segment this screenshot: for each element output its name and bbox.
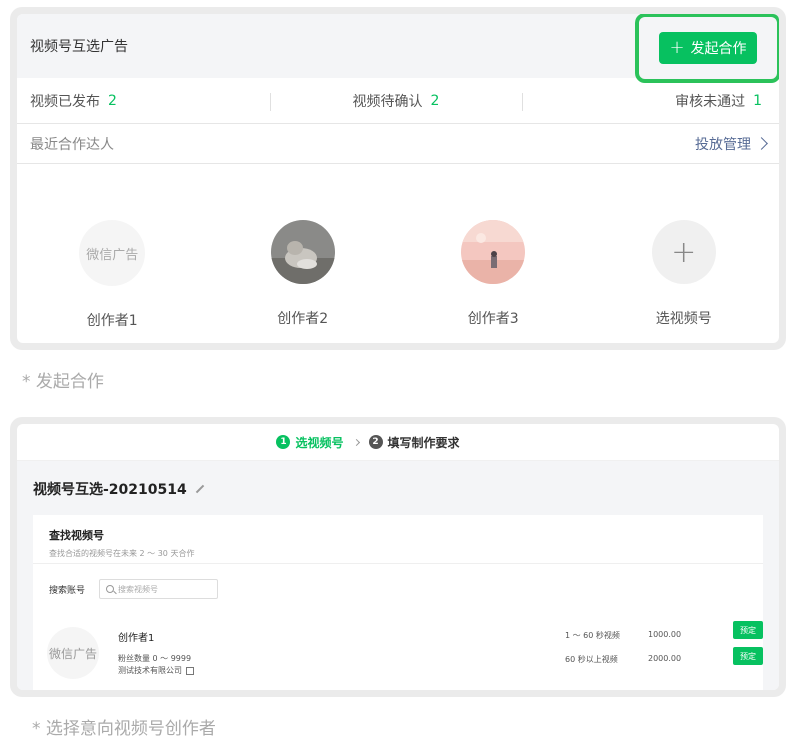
result-row: 微信广告 创作者1 粉丝数量 0 ～ 9999 测试技术有限公司 1 ～ 60 …	[47, 621, 763, 687]
book-button-2[interactable]: 预定	[733, 647, 763, 665]
select-channel-panel: 1 选视频号 2 填写制作要求 视频号互选-20210514 查找视频号 查找合…	[10, 417, 786, 697]
result-creator-name: 创作者1	[118, 633, 155, 644]
option-price: 2000.00	[648, 654, 682, 663]
recent-partners-title: 最近合作达人	[30, 136, 114, 153]
plus-icon: +	[669, 37, 685, 58]
stat-rejected[interactable]: 审核未通过 1	[522, 91, 779, 111]
add-icon: +	[651, 220, 716, 284]
caption-select-creator: * 选择意向视频号创作者	[32, 719, 216, 739]
caption-launch: * 发起合作	[22, 372, 104, 392]
search-placeholder: 搜索视频号	[118, 584, 159, 594]
panel-title: 视频号互选广告	[30, 39, 128, 55]
stat-value: 2	[108, 92, 117, 109]
chevron-right-icon	[755, 137, 768, 150]
search-channel-panel: 查找视频号 查找合适的视频号在未来 2 ～ 30 天合作 搜索账号 搜索视频号 …	[33, 515, 763, 690]
stat-label: 审核未通过	[675, 93, 746, 110]
creator-name: 创作者2	[277, 311, 329, 327]
campaign-title-text: 视频号互选-20210514	[33, 482, 187, 498]
qr-code-icon[interactable]	[186, 666, 194, 675]
search-input[interactable]: 搜索视频号	[99, 579, 219, 599]
step-fill-requirements[interactable]: 2 填写制作要求	[368, 434, 460, 451]
step-number: 2	[368, 435, 383, 449]
stat-value: 1	[753, 92, 763, 109]
delivery-management-link[interactable]: 投放管理	[695, 134, 768, 154]
book-button-1[interactable]: 预定	[733, 621, 763, 639]
step-indicator: 1 选视频号 2 填写制作要求	[17, 424, 779, 461]
creator-item-2[interactable]: 创作者2	[233, 220, 373, 330]
search-panel-subtitle: 查找合适的视频号在未来 2 ～ 30 天合作	[49, 549, 195, 558]
creator-list: 微信广告 创作者1 创作者2 创作者3 + 选视频号	[17, 164, 779, 330]
avatar: 微信广告	[79, 220, 146, 286]
stat-label: 视频待确认	[352, 93, 423, 110]
creator-item-3[interactable]: 创作者3	[423, 220, 563, 330]
result-company-name: 测试技术有限公司	[118, 666, 182, 675]
creator-photo-icon	[461, 220, 526, 284]
select-channel-item[interactable]: + 选视频号	[614, 220, 754, 330]
search-row: 搜索账号 搜索视频号	[49, 579, 219, 599]
step-label: 选视频号	[295, 435, 344, 450]
result-company: 测试技术有限公司	[118, 665, 194, 676]
step-label: 填写制作要求	[387, 435, 460, 450]
select-channel-label: 选视频号	[655, 311, 712, 327]
stat-label: 视频已发布	[30, 93, 100, 110]
avatar	[461, 220, 526, 284]
creator-name: 创作者3	[467, 311, 519, 327]
campaign-title: 视频号互选-20210514	[33, 479, 763, 499]
search-panel-title: 查找视频号	[49, 529, 104, 542]
launch-cooperation-button[interactable]: + 发起合作	[659, 32, 757, 64]
launch-cooperation-label: 发起合作	[690, 41, 747, 57]
option-label: 60 秒以上视频	[565, 655, 618, 664]
ads-overview-card: 视频号互选广告 + 发起合作 视频已发布 2 视频待确认 2 审核未通过 1 最…	[17, 14, 779, 343]
select-channel-card: 1 选视频号 2 填写制作要求 视频号互选-20210514 查找视频号 查找合…	[17, 424, 779, 690]
result-fans-range: 粉丝数量 0 ～ 9999	[118, 654, 192, 663]
search-icon	[106, 585, 115, 593]
creator-photo-icon	[270, 220, 335, 284]
stat-pending[interactable]: 视频待确认 2	[269, 91, 523, 111]
recent-partners-row: 最近合作达人 投放管理	[17, 124, 779, 164]
creator-item-1[interactable]: 微信广告 创作者1	[42, 220, 182, 330]
stat-published[interactable]: 视频已发布 2	[17, 91, 270, 111]
avatar: 微信广告	[47, 627, 99, 679]
campaign-section: 视频号互选-20210514 查找视频号 查找合适的视频号在未来 2 ～ 30 …	[17, 461, 779, 690]
creator-name: 创作者1	[86, 313, 138, 329]
option-label: 1 ～ 60 秒视频	[565, 631, 620, 640]
stats-row: 视频已发布 2 视频待确认 2 审核未通过 1	[17, 78, 779, 124]
search-account-label: 搜索账号	[49, 585, 86, 596]
option-price: 1000.00	[648, 630, 682, 639]
step-select-channel[interactable]: 1 选视频号	[276, 434, 344, 451]
step-number: 1	[276, 435, 291, 449]
stat-value: 2	[430, 92, 440, 109]
chevron-right-icon	[352, 438, 360, 446]
divider	[33, 563, 763, 564]
ads-overview-panel: 视频号互选广告 + 发起合作 视频已发布 2 视频待确认 2 审核未通过 1 最…	[10, 7, 786, 350]
delivery-management-label: 投放管理	[695, 136, 751, 153]
edit-pencil-icon[interactable]	[195, 484, 204, 494]
avatar	[270, 220, 335, 284]
launch-highlight: + 发起合作	[635, 14, 779, 83]
